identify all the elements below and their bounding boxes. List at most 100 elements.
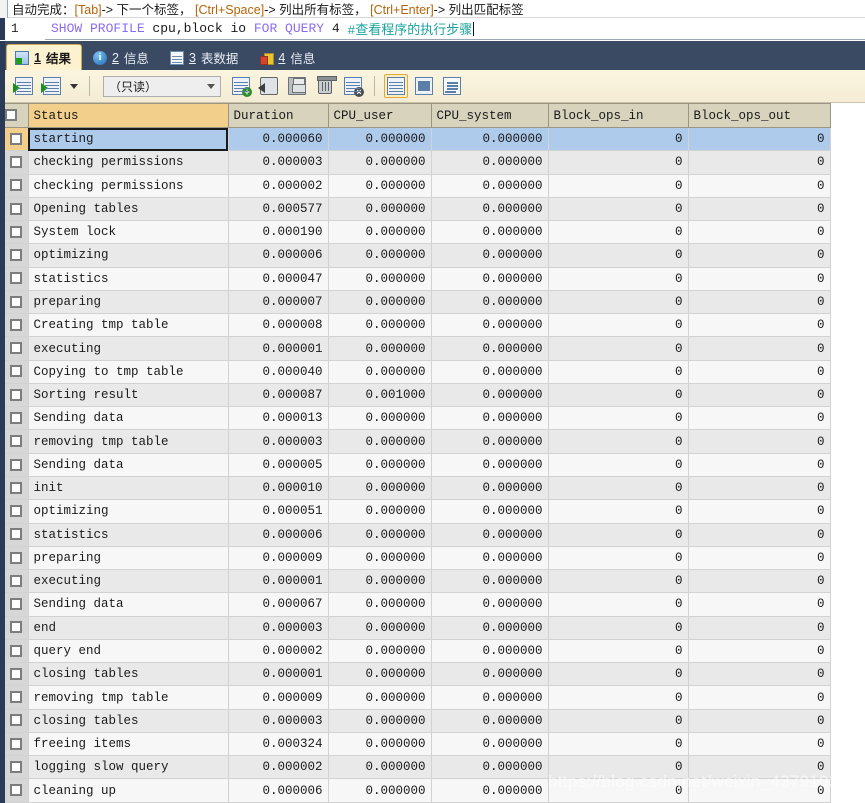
row-select-cell[interactable] bbox=[5, 778, 29, 803]
row-checkbox[interactable] bbox=[10, 412, 23, 425]
row-checkbox[interactable] bbox=[10, 365, 23, 378]
cell-duration[interactable]: 0.000067 bbox=[228, 592, 329, 617]
row-checkbox[interactable] bbox=[10, 644, 23, 657]
cell-cpu_user[interactable]: 0.000000 bbox=[328, 267, 432, 291]
cell-cpu_system[interactable]: 0.000000 bbox=[431, 429, 549, 454]
cell-cpu_system[interactable]: 0.000000 bbox=[431, 732, 549, 757]
dropdown-caret-icon[interactable] bbox=[68, 74, 80, 98]
cell-status[interactable]: Sending data bbox=[28, 406, 229, 431]
cell-duration[interactable]: 0.000009 bbox=[228, 546, 329, 571]
row-select-cell[interactable] bbox=[5, 383, 29, 408]
cell-duration[interactable]: 0.000051 bbox=[228, 499, 329, 524]
cell-status[interactable]: logging slow query bbox=[28, 755, 229, 780]
cell-block_ops_in[interactable]: 0 bbox=[548, 546, 689, 571]
table-row[interactable]: init 0.000010 0.000000 0.000000 0 0 bbox=[5, 476, 831, 501]
cell-block_ops_in[interactable]: 0 bbox=[548, 267, 689, 291]
delete-record-icon[interactable] bbox=[313, 74, 337, 98]
select-all-header-cell[interactable] bbox=[5, 103, 29, 128]
table-row[interactable]: removing tmp table 0.000009 0.000000 0.0000… bbox=[5, 685, 831, 710]
row-select-cell[interactable] bbox=[5, 616, 29, 640]
cell-cpu_user[interactable]: 0.000000 bbox=[328, 197, 432, 222]
table-row[interactable]: executing 0.000001 0.000000 0.000000 0 0 bbox=[5, 336, 831, 361]
cell-cpu_system[interactable]: 0.000000 bbox=[431, 523, 549, 547]
cell-block_ops_out[interactable]: 0 bbox=[688, 662, 831, 687]
cell-cpu_user[interactable]: 0.000000 bbox=[328, 592, 432, 617]
cell-block_ops_in[interactable]: 0 bbox=[548, 685, 689, 710]
cell-cpu_user[interactable]: 0.000000 bbox=[328, 732, 432, 757]
cell-cpu_system[interactable]: 0.000000 bbox=[431, 685, 549, 710]
select-all-checkbox[interactable] bbox=[5, 109, 17, 122]
row-select-cell[interactable] bbox=[5, 150, 29, 175]
cell-cpu_user[interactable]: 0.000000 bbox=[328, 778, 432, 803]
row-select-cell[interactable] bbox=[5, 453, 29, 477]
cell-status[interactable]: System lock bbox=[28, 220, 229, 245]
cell-block_ops_out[interactable]: 0 bbox=[688, 220, 831, 245]
cell-block_ops_out[interactable]: 0 bbox=[688, 150, 831, 175]
row-select-cell[interactable] bbox=[5, 662, 29, 687]
cell-status[interactable]: optimizing bbox=[28, 243, 229, 268]
cell-block_ops_in[interactable]: 0 bbox=[548, 453, 689, 477]
cell-block_ops_in[interactable]: 0 bbox=[548, 220, 689, 245]
cell-duration[interactable]: 0.000003 bbox=[228, 150, 329, 175]
row-select-cell[interactable] bbox=[5, 709, 29, 733]
cell-cpu_user[interactable]: 0.000000 bbox=[328, 685, 432, 710]
cell-block_ops_out[interactable]: 0 bbox=[688, 616, 831, 640]
row-checkbox[interactable] bbox=[10, 156, 23, 169]
cell-duration[interactable]: 0.000013 bbox=[228, 406, 329, 431]
row-select-cell[interactable] bbox=[5, 290, 29, 315]
cell-duration[interactable]: 0.000324 bbox=[228, 732, 329, 757]
row-checkbox[interactable] bbox=[10, 621, 23, 634]
table-row[interactable]: closing tables 0.000003 0.000000 0.000000 0 0 bbox=[5, 709, 831, 733]
cell-cpu_system[interactable]: 0.000000 bbox=[431, 639, 549, 664]
cell-block_ops_out[interactable]: 0 bbox=[688, 778, 831, 803]
cell-cpu_user[interactable]: 0.000000 bbox=[328, 127, 432, 152]
cell-block_ops_in[interactable]: 0 bbox=[548, 732, 689, 757]
cell-cpu_user[interactable]: 0.000000 bbox=[328, 499, 432, 524]
table-row[interactable]: freeing items 0.000324 0.000000 0.000000 0 0 bbox=[5, 732, 831, 757]
tab-2[interactable]: 2 信息 bbox=[85, 45, 159, 70]
row-select-cell[interactable] bbox=[5, 220, 29, 245]
cell-cpu_user[interactable]: 0.000000 bbox=[328, 453, 432, 477]
cell-duration[interactable]: 0.000003 bbox=[228, 616, 329, 640]
cell-block_ops_in[interactable]: 0 bbox=[548, 406, 689, 431]
cell-cpu_system[interactable]: 0.000000 bbox=[431, 336, 549, 361]
cell-cpu_system[interactable]: 0.000000 bbox=[431, 313, 549, 338]
table-row[interactable]: preparing 0.000007 0.000000 0.000000 0 0 bbox=[5, 290, 831, 315]
cell-cpu_user[interactable]: 0.000000 bbox=[328, 639, 432, 664]
row-select-cell[interactable] bbox=[5, 732, 29, 757]
row-select-cell[interactable] bbox=[5, 639, 29, 664]
cell-status[interactable]: starting bbox=[28, 127, 229, 152]
cell-cpu_user[interactable]: 0.000000 bbox=[328, 709, 432, 733]
table-row[interactable]: checking permissions 0.000002 0.000000 0.00… bbox=[5, 174, 831, 198]
cell-block_ops_in[interactable]: 0 bbox=[548, 499, 689, 524]
cell-block_ops_in[interactable]: 0 bbox=[548, 243, 689, 268]
cell-status[interactable]: removing tmp table bbox=[28, 685, 229, 710]
cell-cpu_user[interactable]: 0.000000 bbox=[328, 313, 432, 338]
cell-cpu_system[interactable]: 0.000000 bbox=[431, 453, 549, 477]
cell-block_ops_in[interactable]: 0 bbox=[548, 639, 689, 664]
cell-duration[interactable]: 0.000003 bbox=[228, 429, 329, 454]
cell-status[interactable]: end bbox=[28, 616, 229, 640]
cell-block_ops_out[interactable]: 0 bbox=[688, 499, 831, 524]
cell-block_ops_in[interactable]: 0 bbox=[548, 592, 689, 617]
cell-block_ops_in[interactable]: 0 bbox=[548, 523, 689, 547]
cell-cpu_user[interactable]: 0.000000 bbox=[328, 546, 432, 571]
cell-cpu_system[interactable]: 0.000000 bbox=[431, 616, 549, 640]
cell-cpu_system[interactable]: 0.000000 bbox=[431, 592, 549, 617]
cell-duration[interactable]: 0.000006 bbox=[228, 523, 329, 547]
refresh-record-icon[interactable] bbox=[257, 74, 281, 98]
row-select-cell[interactable] bbox=[5, 499, 29, 524]
cell-block_ops_in[interactable]: 0 bbox=[548, 313, 689, 338]
tab-4[interactable]: 4 信息 bbox=[251, 45, 325, 70]
cell-cpu_user[interactable]: 0.000000 bbox=[328, 662, 432, 687]
cell-duration[interactable]: 0.000006 bbox=[228, 243, 329, 268]
cell-cpu_system[interactable]: 0.000000 bbox=[431, 499, 549, 524]
cell-cpu_system[interactable]: 0.000000 bbox=[431, 383, 549, 408]
cell-cpu_system[interactable]: 0.000000 bbox=[431, 546, 549, 571]
cell-block_ops_out[interactable]: 0 bbox=[688, 685, 831, 710]
table-row[interactable]: closing tables 0.000001 0.000000 0.000000 0 0 bbox=[5, 662, 831, 687]
save-record-icon[interactable] bbox=[285, 74, 309, 98]
cell-block_ops_out[interactable]: 0 bbox=[688, 429, 831, 454]
row-checkbox[interactable] bbox=[10, 225, 23, 238]
cell-duration[interactable]: 0.000577 bbox=[228, 197, 329, 222]
